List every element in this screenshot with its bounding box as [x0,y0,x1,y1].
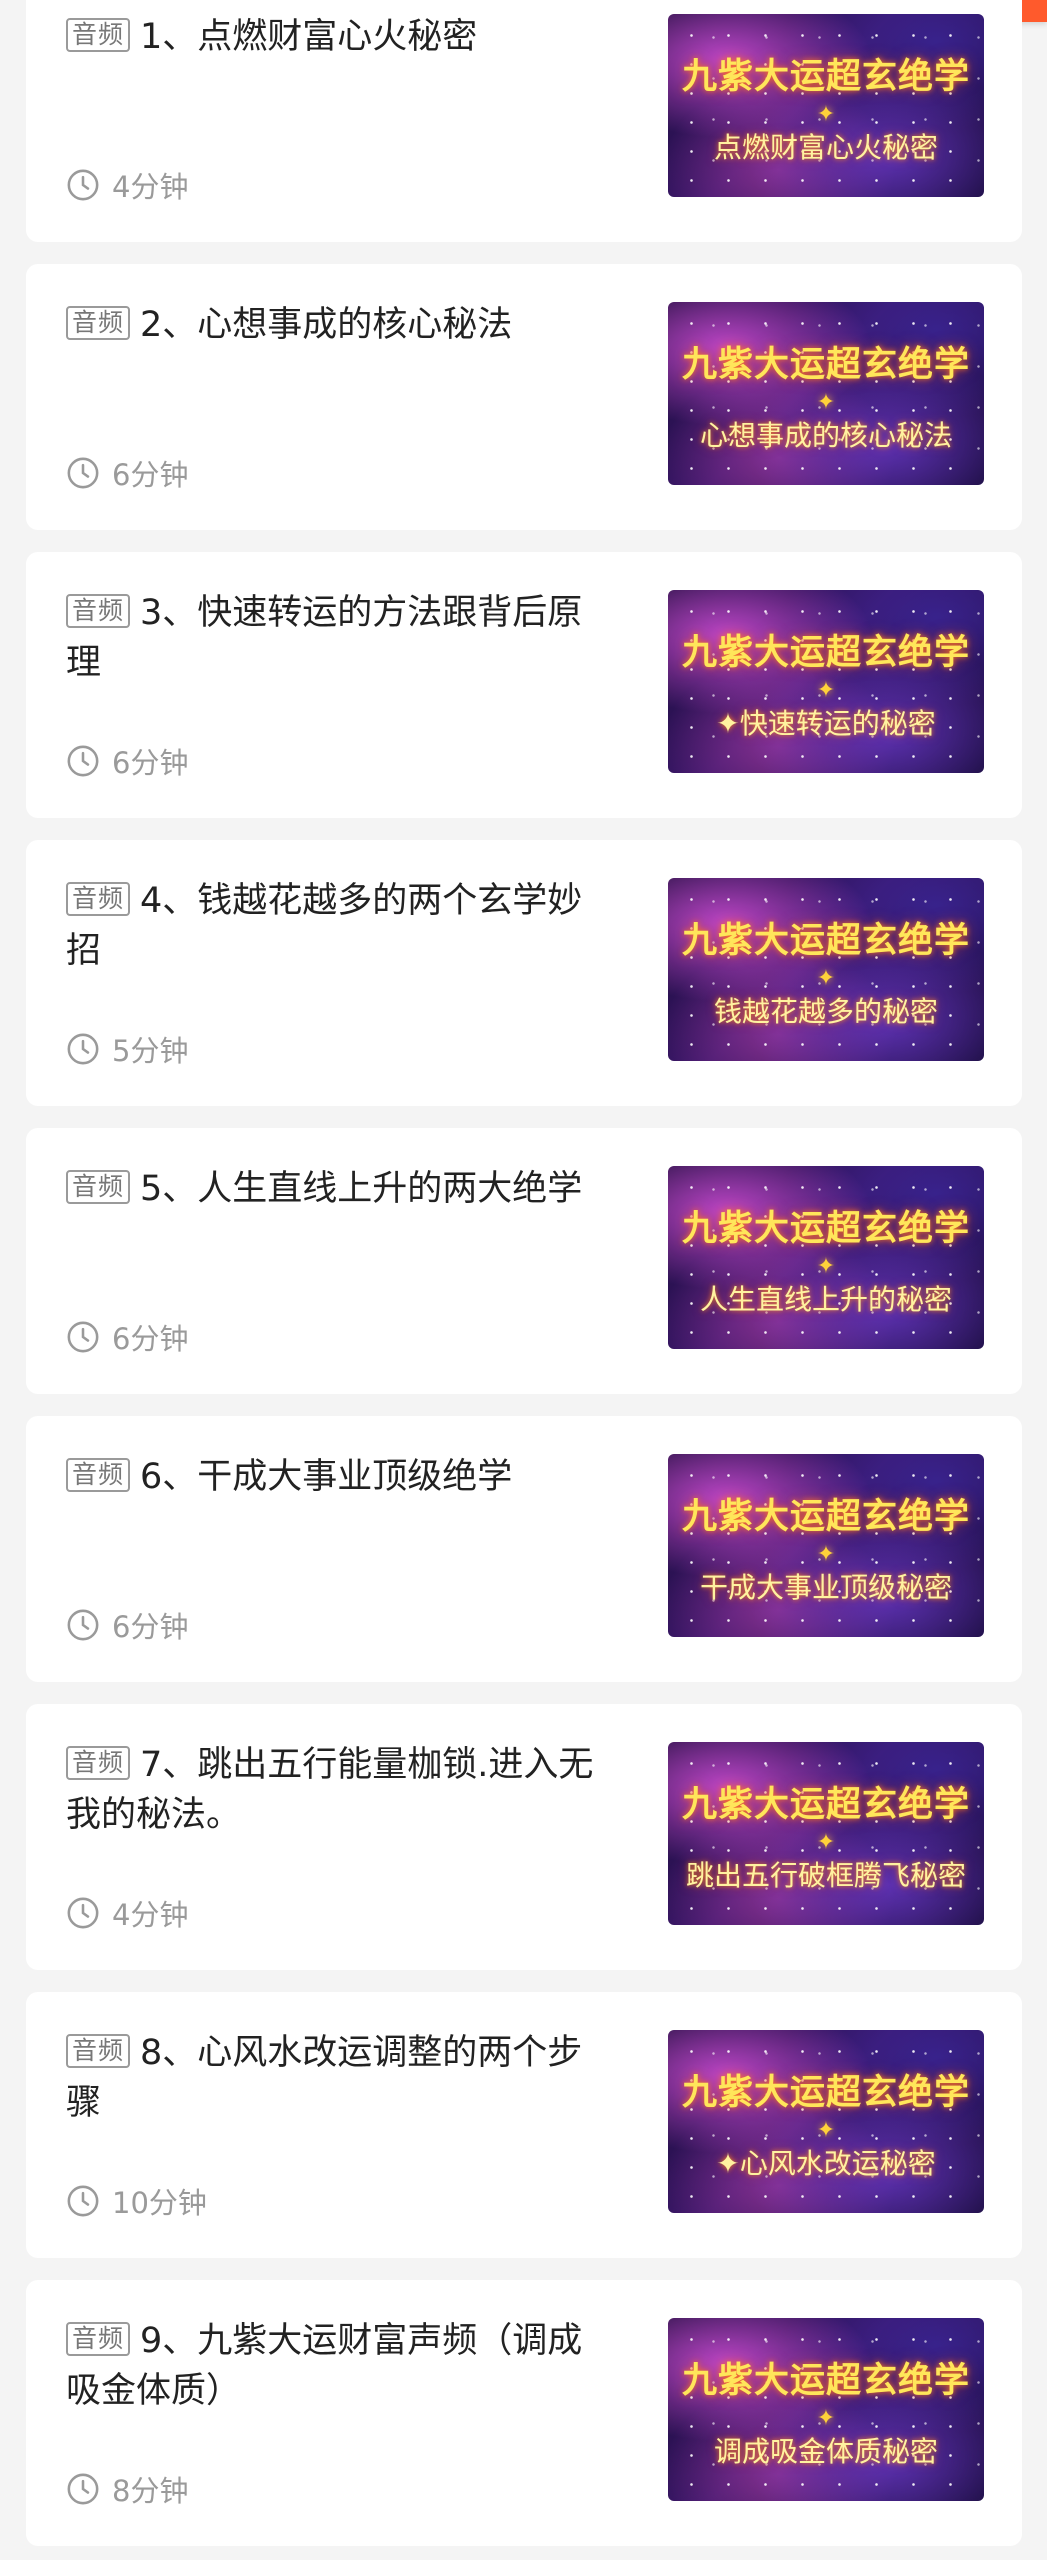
audio-badge: 音频 [66,2322,131,2356]
thumbnail-caption: ✦快速转运的秘密 [716,707,936,740]
sparkle-icon: ✦ [816,390,836,415]
item-text: 音频 5、人生直线上升的两大绝学 [66,1164,596,1214]
item-duration: 4分钟 [112,1898,189,1932]
clock-icon [67,1897,99,1929]
item-text: 音频 4、钱越花越多的两个玄学妙招 [66,876,596,976]
item-title: 4、钱越花越多的两个玄学妙招 [66,881,583,971]
item-duration-row: 6分钟 [66,1604,188,1646]
thumbnail-title: 九紫大运超玄绝学 [681,2360,970,2401]
audio-badge: 音频 [66,1458,131,1492]
list-item[interactable]: 音频 4、钱越花越多的两个玄学妙招 5分钟 九紫大运超玄绝学 ✦ 钱越花越多的秘密 [26,840,1022,1106]
item-title: 5、人生直线上升的两大绝学 [140,1169,583,1209]
item-title: 3、快速转运的方法跟背后原理 [66,593,583,683]
item-duration: 8分钟 [112,2474,189,2508]
item-duration: 10分钟 [112,2186,207,2220]
item-thumbnail[interactable]: 九紫大运超玄绝学 ✦ 钱越花越多的秘密 [668,878,984,1061]
item-title: 6、干成大事业顶级绝学 [140,1457,513,1497]
clock-icon [67,169,99,201]
sparkle-icon: ✦ [816,1830,836,1855]
item-thumbnail[interactable]: 九紫大运超玄绝学 ✦ ✦快速转运的秘密 [668,590,984,773]
sparkle-icon: ✦ [816,1542,836,1567]
audio-badge: 音频 [66,882,131,916]
thumbnail-caption: 跳出五行破框腾飞秘密 [685,1859,966,1892]
clock-icon [67,2185,99,2217]
item-duration-row: 6分钟 [66,740,188,782]
clock-icon [67,2473,99,2505]
item-thumbnail[interactable]: 九紫大运超玄绝学 ✦ 人生直线上升的秘密 [668,1166,984,1349]
thumbnail-title: 九紫大运超玄绝学 [681,920,970,961]
thumbnail-caption: 干成大事业顶级秘密 [699,1571,952,1604]
item-duration-row: 5分钟 [66,1028,188,1070]
item-duration-row: 10分钟 [66,2180,207,2222]
item-thumbnail[interactable]: 九紫大运超玄绝学 ✦ ✦心风水改运秘密 [668,2030,984,2213]
sparkle-icon: ✦ [816,102,836,127]
item-text: 音频 9、九紫大运财富声频（调成吸金体质） [66,2316,596,2416]
clock-icon [67,745,99,777]
audio-badge: 音频 [66,1746,131,1780]
thumbnail-title: 九紫大运超玄绝学 [681,1496,970,1537]
thumbnail-caption: 调成吸金体质秘密 [713,2435,938,2468]
item-text: 音频 6、干成大事业顶级绝学 [66,1452,596,1502]
sparkle-icon: ✦ [816,1254,836,1279]
item-title: 9、九紫大运财富声频（调成吸金体质） [66,2321,583,2411]
thumbnail-caption: 点燃财富心火秘密 [713,131,938,164]
item-duration-row: 6分钟 [66,452,188,494]
item-thumbnail[interactable]: 九紫大运超玄绝学 ✦ 调成吸金体质秘密 [668,2318,984,2501]
item-thumbnail[interactable]: 九紫大运超玄绝学 ✦ 跳出五行破框腾飞秘密 [668,1742,984,1925]
clock-icon [67,1321,99,1353]
item-title: 2、心想事成的核心秘法 [140,305,513,345]
sparkle-icon: ✦ [816,966,836,991]
thumbnail-title: 九紫大运超玄绝学 [681,344,970,385]
clock-icon [67,1033,99,1065]
thumbnail-title: 九紫大运超玄绝学 [681,56,970,97]
thumbnail-title: 九紫大运超玄绝学 [681,1784,970,1825]
audio-badge: 音频 [66,18,131,52]
item-duration-row: 8分钟 [66,2468,188,2510]
item-duration: 6分钟 [112,458,189,492]
item-text: 音频 1、点燃财富心火秘密 [66,12,596,62]
thumbnail-caption: 人生直线上升的秘密 [699,1283,952,1316]
list-item[interactable]: 音频 7、跳出五行能量枷锁.进入无我的秘法。 4分钟 九紫大运超玄绝学 ✦ 跳出五… [26,1704,1022,1970]
item-thumbnail[interactable]: 九紫大运超玄绝学 ✦ 心想事成的核心秘法 [668,302,984,485]
item-title: 7、跳出五行能量枷锁.进入无我的秘法。 [66,1745,594,1835]
audio-badge: 音频 [66,594,131,628]
item-duration: 6分钟 [112,1610,189,1644]
item-duration-row: 6分钟 [66,1316,188,1358]
clock-icon [67,1609,99,1641]
list-item[interactable]: 音频 2、心想事成的核心秘法 6分钟 九紫大运超玄绝学 ✦ 心想事成的核心秘法 [26,264,1022,530]
audio-badge: 音频 [66,1170,131,1204]
item-title: 1、点燃财富心火秘密 [140,17,478,57]
thumbnail-title: 九紫大运超玄绝学 [681,632,970,673]
thumbnail-caption: 心想事成的核心秘法 [699,419,952,452]
item-text: 音频 3、快速转运的方法跟背后原理 [66,588,596,688]
item-duration-row: 4分钟 [66,1892,188,1934]
audio-badge: 音频 [66,2034,131,2068]
sparkle-icon: ✦ [816,2406,836,2431]
audio-badge: 音频 [66,306,131,340]
item-duration: 5分钟 [112,1034,189,1068]
item-thumbnail[interactable]: 九紫大运超玄绝学 ✦ 点燃财富心火秘密 [668,14,984,197]
thumbnail-title: 九紫大运超玄绝学 [681,2072,970,2113]
sparkle-icon: ✦ [816,678,836,703]
item-duration-row: 4分钟 [66,164,188,206]
item-text: 音频 7、跳出五行能量枷锁.进入无我的秘法。 [66,1740,596,1840]
list-item[interactable]: 音频 1、点燃财富心火秘密 4分钟 九紫大运超玄绝学 ✦ 点燃财富心火秘密 [26,0,1022,242]
item-title: 8、心风水改运调整的两个步骤 [66,2033,583,2123]
thumbnail-caption: ✦心风水改运秘密 [716,2147,936,2180]
item-duration: 4分钟 [112,170,189,204]
list-item[interactable]: 音频 6、干成大事业顶级绝学 6分钟 九紫大运超玄绝学 ✦ 干成大事业顶级秘密 [26,1416,1022,1682]
item-text: 音频 2、心想事成的核心秘法 [66,300,596,350]
list-item[interactable]: 音频 8、心风水改运调整的两个步骤 10分钟 九紫大运超玄绝学 ✦ ✦心风水改运秘… [26,1992,1022,2258]
item-duration: 6分钟 [112,1322,189,1356]
thumbnail-caption: 钱越花越多的秘密 [713,995,938,1028]
list-item[interactable]: 音频 9、九紫大运财富声频（调成吸金体质） 8分钟 九紫大运超玄绝学 ✦ 调成吸金… [26,2280,1022,2546]
item-text: 音频 8、心风水改运调整的两个步骤 [66,2028,596,2128]
item-duration: 6分钟 [112,746,189,780]
list-item[interactable]: 音频 3、快速转运的方法跟背后原理 6分钟 九紫大运超玄绝学 ✦ ✦快速转运的秘密 [26,552,1022,818]
sparkle-icon: ✦ [816,2118,836,2143]
clock-icon [67,457,99,489]
item-thumbnail[interactable]: 九紫大运超玄绝学 ✦ 干成大事业顶级秘密 [668,1454,984,1637]
thumbnail-title: 九紫大运超玄绝学 [681,1208,970,1249]
list-item[interactable]: 音频 5、人生直线上升的两大绝学 6分钟 九紫大运超玄绝学 ✦ 人生直线上升的秘密 [26,1128,1022,1394]
